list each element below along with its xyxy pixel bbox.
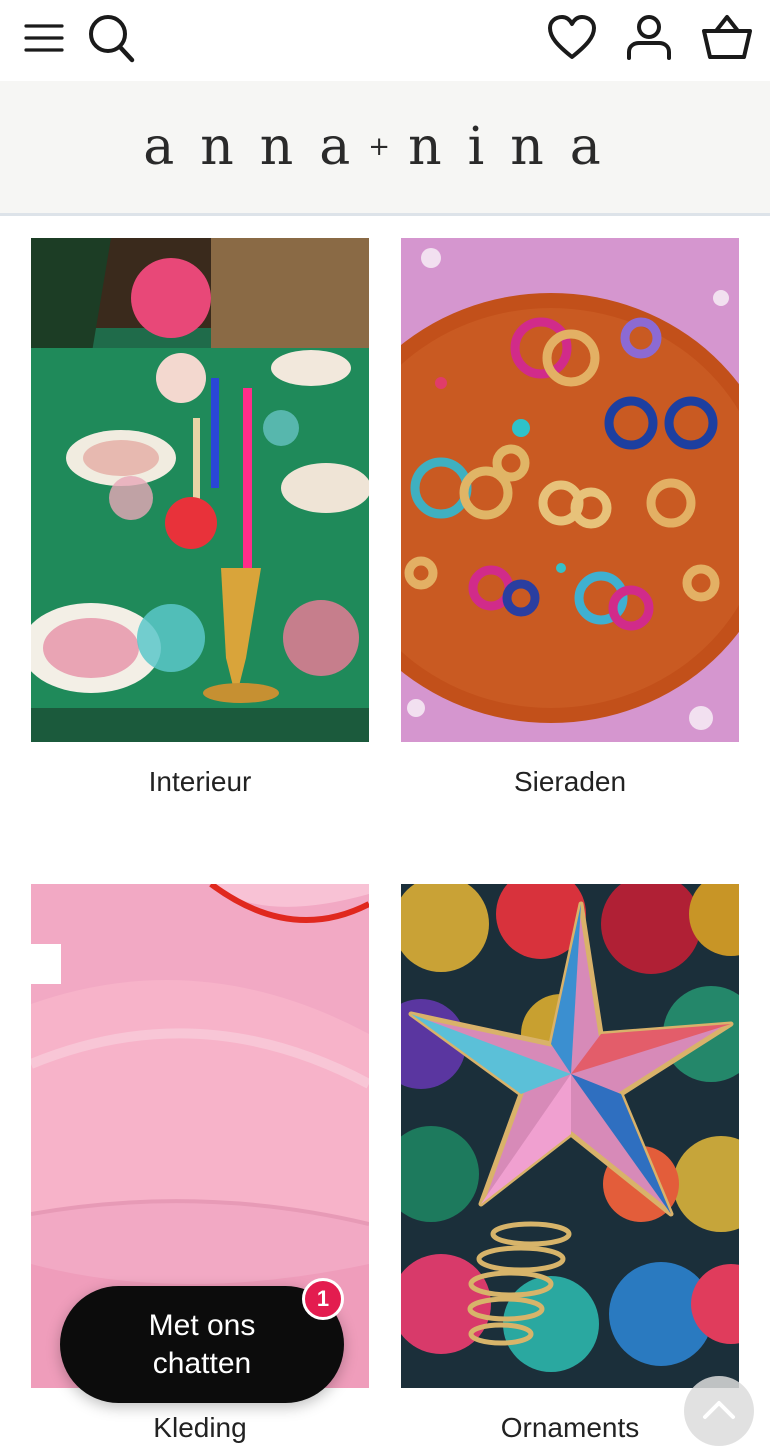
user-icon[interactable] [624, 12, 674, 62]
chat-notification-badge: 1 [302, 1278, 344, 1320]
basket-icon[interactable] [700, 12, 754, 62]
brand-logo-plus: + [368, 132, 391, 162]
brand-logo[interactable]: anna + nina [143, 121, 626, 173]
search-icon[interactable] [86, 12, 136, 64]
category-label[interactable]: Sieraden [401, 766, 739, 798]
heart-icon[interactable] [546, 14, 598, 62]
brand-logo-right: nina [408, 117, 627, 177]
category-label[interactable]: Kleding [31, 1412, 369, 1444]
top-nav-bar [0, 0, 770, 81]
brand-logo-band: anna + nina [0, 81, 770, 216]
category-label[interactable]: Interieur [31, 766, 369, 798]
brand-logo-left: anna [143, 117, 377, 177]
category-image-ornaments[interactable] [401, 884, 739, 1388]
menu-icon[interactable] [22, 18, 66, 58]
chevron-up-icon [702, 1398, 736, 1425]
category-image-sieraden[interactable] [401, 238, 739, 742]
chat-button-label: Met ons chatten [148, 1308, 256, 1380]
scroll-to-top-button[interactable] [684, 1376, 754, 1446]
category-image-interieur[interactable] [31, 238, 369, 742]
chat-button[interactable]: Met ons chatten [60, 1286, 344, 1403]
